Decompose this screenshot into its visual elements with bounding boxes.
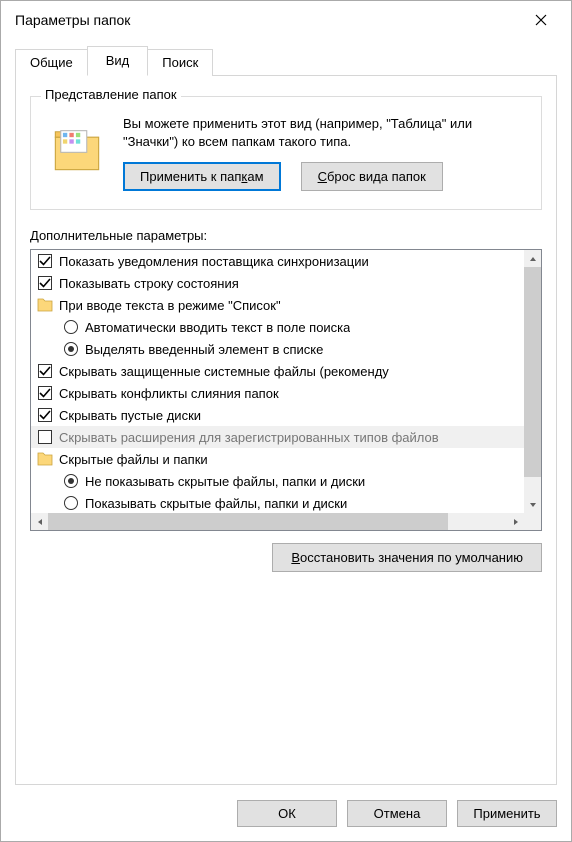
group-title: Представление папок [41,87,181,102]
dialog-content: Общие Вид Поиск Представление папок [1,39,571,785]
tree-item-label: Автоматически вводить текст в поле поиск… [85,320,350,335]
checkbox-icon[interactable] [37,253,53,269]
folder-views-group: Представление папок Вы можете применить … [30,96,542,210]
ok-button[interactable]: ОК [237,800,337,827]
scroll-down-icon[interactable] [524,496,541,513]
tab-panel-view: Представление папок Вы можете применить … [15,75,557,785]
tree-item[interactable]: Не показывать скрытые файлы, папки и дис… [31,470,541,492]
radio-icon[interactable] [63,473,79,489]
horizontal-scrollbar[interactable] [31,513,541,530]
checkbox-icon[interactable] [37,407,53,423]
checkbox-icon[interactable] [37,363,53,379]
tree-item[interactable]: При вводе текста в режиме "Список" [31,294,541,316]
tree-item-label: Скрывать расширения для зарегистрированн… [59,430,439,445]
tree-item[interactable]: Показать уведомления поставщика синхрони… [31,250,541,272]
tree-item-label: Скрывать защищенные системные файлы (рек… [59,364,389,379]
folder-icon [37,451,53,467]
tab-label: Поиск [162,55,198,70]
tab-label: Общие [30,55,73,70]
restore-defaults-button[interactable]: Восстановить значения по умолчанию [272,543,542,572]
tree-item[interactable]: Скрывать защищенные системные файлы (рек… [31,360,541,382]
tree-item-label: Скрывать конфликты слияния папок [59,386,279,401]
checkbox-icon[interactable] [37,429,53,445]
checkbox-icon[interactable] [37,275,53,291]
scroll-up-icon[interactable] [524,250,541,267]
horizontal-scrollbar-thumb[interactable] [48,513,448,530]
tree-item[interactable]: Скрытые файлы и папки [31,448,541,470]
tree-item-label: При вводе текста в режиме "Список" [59,298,281,313]
tree-item[interactable]: Автоматически вводить текст в поле поиск… [31,316,541,338]
apply-button[interactable]: Применить [457,800,557,827]
tree-item[interactable]: Скрывать конфликты слияния папок [31,382,541,404]
close-button[interactable] [519,5,563,35]
radio-icon[interactable] [63,495,79,511]
tab-strip: Общие Вид Поиск [15,45,557,75]
reset-folders-button[interactable]: Сброс вида папок [301,162,443,191]
scrollbar-corner [524,513,541,530]
folder-views-description: Вы можете применить этот вид (например, … [123,115,523,150]
tree-item[interactable]: Скрывать пустые диски [31,404,541,426]
tree-item[interactable]: Показывать скрытые файлы, папки и диски [31,492,541,513]
tab-general[interactable]: Общие [15,49,88,76]
tree-item-label: Показывать скрытые файлы, папки и диски [85,496,347,511]
tree-item[interactable]: Скрывать расширения для зарегистрированн… [31,426,541,448]
tree-item[interactable]: Показывать строку состояния [31,272,541,294]
tree-item-label: Скрытые файлы и папки [59,452,208,467]
tab-label: Вид [106,53,130,68]
tree-viewport: Показать уведомления поставщика синхрони… [31,250,541,513]
apply-to-folders-button[interactable]: Применить к папкам [123,162,281,191]
cancel-button[interactable]: Отмена [347,800,447,827]
vertical-scrollbar[interactable] [524,250,541,513]
window-title: Параметры папок [15,12,130,28]
tree-item-label: Не показывать скрытые файлы, папки и дис… [85,474,365,489]
scroll-right-icon[interactable] [507,513,524,530]
tree-item-label: Показать уведомления поставщика синхрони… [59,254,369,269]
tab-search[interactable]: Поиск [147,49,213,76]
vertical-scrollbar-thumb[interactable] [524,267,541,477]
radio-icon[interactable] [63,319,79,335]
advanced-settings-tree[interactable]: Показать уведомления поставщика синхрони… [30,249,542,531]
tree-item-label: Показывать строку состояния [59,276,239,291]
radio-icon[interactable] [63,341,79,357]
tab-view[interactable]: Вид [87,46,149,76]
titlebar: Параметры папок [1,1,571,39]
folder-icon [37,297,53,313]
folder-views-icon [49,115,105,181]
close-icon [535,14,547,26]
advanced-settings-label: Дополнительные параметры: [30,228,542,243]
tree-item-label: Скрывать пустые диски [59,408,201,423]
scroll-left-icon[interactable] [31,513,48,530]
checkbox-icon[interactable] [37,385,53,401]
dialog-footer: ОК Отмена Применить [1,785,571,841]
tree-item-label: Выделять введенный элемент в списке [85,342,323,357]
tree-item[interactable]: Выделять введенный элемент в списке [31,338,541,360]
folder-options-dialog: Параметры папок Общие Вид Поиск Представ… [0,0,572,842]
